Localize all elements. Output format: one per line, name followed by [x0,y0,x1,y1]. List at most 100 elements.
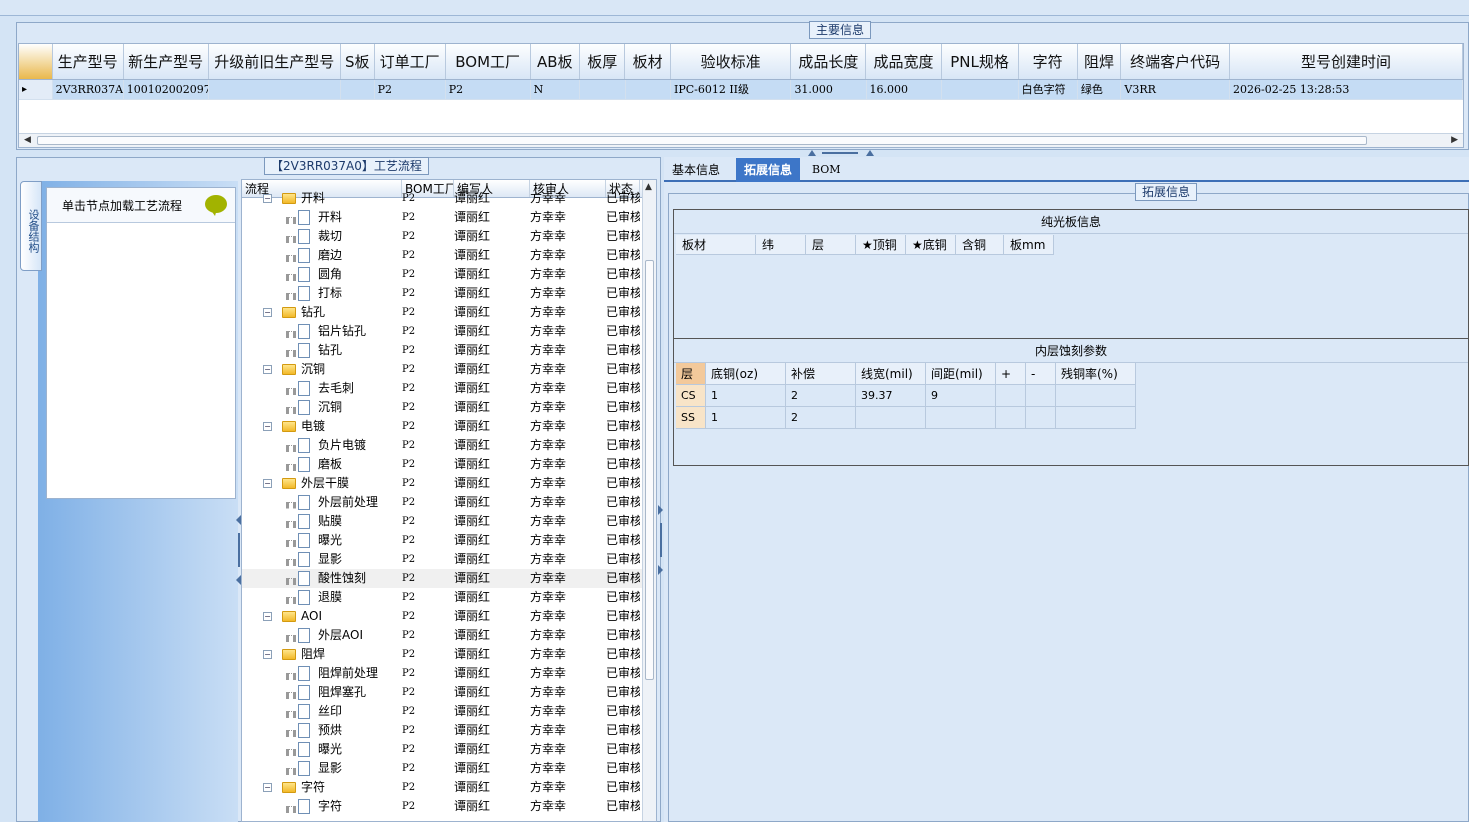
tree-row[interactable]: 磨边 P2 谭丽红 方幸幸 已审核 [242,246,656,265]
tree-row[interactable]: − 外层干膜 P2 谭丽红 方幸幸 已审核 [242,474,656,493]
column-header[interactable]: 型号创建时间 [1230,44,1463,79]
grid-cell[interactable]: 绿色 [1078,80,1122,99]
scroll-right-icon[interactable]: ▶ [1451,134,1458,147]
node-panel[interactable]: 单击节点加载工艺流程 [46,187,236,499]
tree-node-label[interactable]: 钻孔 [301,303,325,322]
core-column-header[interactable]: 板mm [1004,235,1054,255]
grid-cell[interactable]: 2026-02-25 13:28:53 [1230,80,1463,99]
tree-row[interactable]: 阻焊塞孔 P2 谭丽红 方幸幸 已审核 [242,683,656,702]
tree-node-label[interactable]: 显影 [318,550,342,569]
etch-cell[interactable]: 1 [706,385,786,407]
tree-node-label[interactable]: 开料 [318,208,342,227]
column-header[interactable]: BOM工厂 [446,44,531,79]
collapse-toggle-icon[interactable]: − [263,612,272,621]
scroll-up-icon[interactable]: ▲ [645,182,652,192]
column-header[interactable]: 新生产型号 [124,44,209,79]
tree-node-label[interactable]: 外层前处理 [318,493,378,512]
collapse-toggle-icon[interactable]: − [263,650,272,659]
tab-ext-info[interactable]: 拓展信息 [736,158,801,182]
etch-cell[interactable] [926,407,996,429]
etch-column-header[interactable]: - [1026,363,1056,385]
collapse-toggle-icon[interactable]: − [263,194,272,203]
tree-row[interactable]: 负片电镀 P2 谭丽红 方幸幸 已审核 [242,436,656,455]
etch-cell[interactable]: 9 [926,385,996,407]
etch-cell[interactable]: SS [676,407,706,429]
column-header[interactable]: S板 [341,44,375,79]
grid-cell[interactable]: 2V3RR037A0 [53,80,124,99]
grid-cell[interactable] [580,80,626,99]
inner-etch-table[interactable]: 层底铜(oz) 补偿 线宽(mil) 间距(mil) + - 残铜率(%) CS 1 2 39.37… [676,363,1136,429]
tree-row[interactable]: 显影 P2 谭丽红 方幸幸 已审核 [242,550,656,569]
tree-row[interactable]: 预烘 P2 谭丽红 方幸幸 已审核 [242,721,656,740]
tree-row[interactable]: 去毛刺 P2 谭丽红 方幸幸 已审核 [242,379,656,398]
etch-cell[interactable]: 2 [786,385,856,407]
tree-row[interactable]: 贴膜 P2 谭丽红 方幸幸 已审核 [242,512,656,531]
tree-node-label[interactable]: 去毛刺 [318,379,354,398]
tree-node-label[interactable]: 外层AOI [318,626,363,645]
core-column-header[interactable]: 层 [806,235,856,255]
tree-row[interactable]: 开料 P2 谭丽红 方幸幸 已审核 [242,208,656,227]
grid-cell[interactable]: 白色字符 [1019,80,1078,99]
scroll-thumb[interactable] [645,260,654,680]
tree-node-label[interactable]: 丝印 [318,702,342,721]
tree-node-label[interactable]: 打标 [318,284,342,303]
column-header[interactable]: 订单工厂 [375,44,446,79]
grid-cell[interactable]: V3RR [1121,80,1230,99]
tree-row[interactable]: 酸性蚀刻 P2 谭丽红 方幸幸 已审核 [242,569,656,588]
scroll-thumb[interactable] [37,136,1367,145]
grid-cell[interactable] [341,80,375,99]
tree-node-label[interactable]: 阻焊塞孔 [318,683,366,702]
etch-cell[interactable] [1056,385,1136,407]
tree-node-label[interactable]: 曝光 [318,531,342,550]
tree-body[interactable]: − 开料 P2 谭丽红 方幸幸 已审核 开料 P2 谭丽红 方幸幸 已审核 裁切 P2 谭丽红 方幸幸 已审核… [242,189,656,814]
tree-row[interactable]: 显影 P2 谭丽红 方幸幸 已审核 [242,759,656,778]
etch-cell[interactable]: 2 [786,407,856,429]
tree-row[interactable]: 丝印 P2 谭丽红 方幸幸 已审核 [242,702,656,721]
collapse-toggle-icon[interactable]: − [263,783,272,792]
splitter-handle[interactable] [808,150,874,156]
column-header[interactable]: 升级前旧生产型号 [209,44,341,79]
tree-row[interactable]: − 开料 P2 谭丽红 方幸幸 已审核 [242,189,656,208]
tree-row[interactable]: 打标 P2 谭丽红 方幸幸 已审核 [242,284,656,303]
column-header[interactable]: 成品长度 [791,44,867,79]
tree-row[interactable]: 磨板 P2 谭丽红 方幸幸 已审核 [242,455,656,474]
etch-cell[interactable] [1026,385,1056,407]
tree-node-label[interactable]: 酸性蚀刻 [318,569,366,588]
tab-bom[interactable]: BOM [804,158,849,182]
grid-cell[interactable]: P2 [375,80,446,99]
tree-node-label[interactable]: 磨边 [318,246,342,265]
tree-row[interactable]: 阻焊前处理 P2 谭丽红 方幸幸 已审核 [242,664,656,683]
grid-cell[interactable]: IPC-6012 II级 [671,80,792,99]
tree-node-label[interactable]: 钻孔 [318,341,342,360]
tree-row[interactable]: 圆角 P2 谭丽红 方幸幸 已审核 [242,265,656,284]
tree-row[interactable]: 沉铜 P2 谭丽红 方幸幸 已审核 [242,398,656,417]
grid-cell[interactable] [626,80,671,99]
core-column-header[interactable]: ★底铜 [906,235,956,255]
core-column-header[interactable]: 板材 [676,235,756,255]
etch-column-header[interactable]: 线宽(mil) [856,363,926,385]
grid-cell[interactable]: 10010200209797 [124,80,209,99]
etch-column-header[interactable]: 残铜率(%) [1056,363,1136,385]
column-header[interactable]: 成品宽度 [866,44,942,79]
tree-node-label[interactable]: 裁切 [318,227,342,246]
tree-row[interactable]: 铝片钻孔 P2 谭丽红 方幸幸 已审核 [242,322,656,341]
tree-row[interactable]: 字符 P2 谭丽红 方幸幸 已审核 [242,797,656,814]
tree-node-label[interactable]: AOI [301,607,322,626]
grid-row[interactable]: ▸2V3RR037A010010200209797P2P2NIPC-6012 I… [19,80,1463,100]
tree-row[interactable]: − 阻焊 P2 谭丽红 方幸幸 已审核 [242,645,656,664]
core-column-header[interactable]: 含铜 [956,235,1004,255]
tab-basic-info[interactable]: 基本信息 [664,158,728,182]
grid-cell[interactable]: 31.000 [791,80,867,99]
tree-row[interactable]: − AOI P2 谭丽红 方幸幸 已审核 [242,607,656,626]
main-info-grid[interactable]: 生产型号 新生产型号 升级前旧生产型号 S板 订单工厂 BOM工厂 AB板 板厚 板材 验收标准成… [18,43,1464,148]
etch-cell[interactable] [1056,407,1136,429]
tree-node-label[interactable]: 磨板 [318,455,342,474]
grid-cell[interactable] [209,80,341,99]
tree-row[interactable]: 曝光 P2 谭丽红 方幸幸 已审核 [242,531,656,550]
column-header[interactable]: 生产型号 [53,44,124,79]
tree-row[interactable]: 外层前处理 P2 谭丽红 方幸幸 已审核 [242,493,656,512]
etch-header-row[interactable]: 层底铜(oz) 补偿 线宽(mil) 间距(mil) + - 残铜率(%) [676,363,1136,385]
etch-cell[interactable]: CS [676,385,706,407]
column-header[interactable]: 板厚 [580,44,626,79]
column-header[interactable]: 终端客户代码 [1121,44,1230,79]
